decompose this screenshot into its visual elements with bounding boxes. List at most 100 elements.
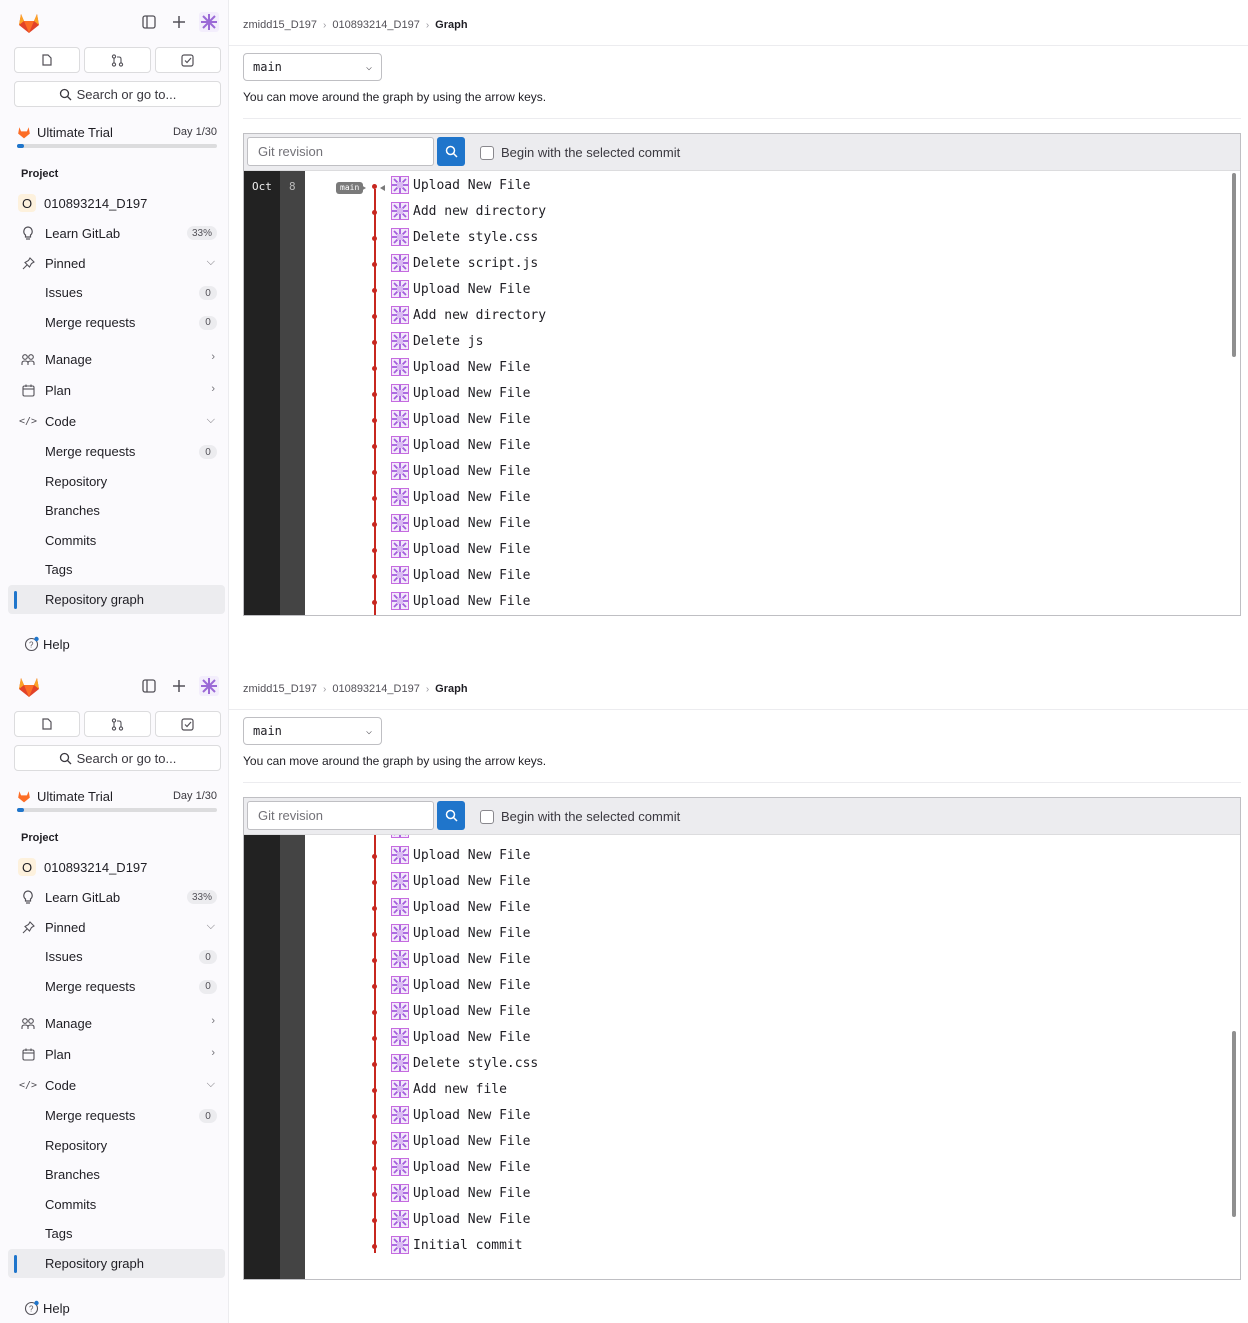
commit-row[interactable]: Upload New File — [244, 172, 844, 198]
commit-row[interactable]: Initial commit — [244, 1232, 844, 1258]
commit-row[interactable]: Upload New File — [244, 458, 844, 484]
plus-icon[interactable] — [169, 12, 189, 32]
commit-message[interactable]: Add new file — [413, 1082, 507, 1097]
commit-dot[interactable] — [372, 366, 377, 371]
commit-message[interactable]: Upload New File — [413, 594, 530, 609]
commit-message[interactable]: Upload New File — [413, 874, 530, 889]
sidebar-item-commits[interactable]: Commits — [8, 526, 225, 556]
commit-row[interactable]: Upload New File — [244, 536, 844, 562]
git-revision-input[interactable]: Git revision — [247, 137, 434, 166]
avatar-icon[interactable] — [199, 12, 219, 32]
commit-row[interactable]: Delete style.css — [244, 1050, 844, 1076]
sidebar-item-commits[interactable]: Commits — [8, 1190, 225, 1220]
git-revision-input[interactable]: Git revision — [247, 801, 434, 830]
commit-row[interactable]: Upload New File — [244, 1128, 844, 1154]
merge-requests-quick-button[interactable] — [84, 47, 151, 73]
sidebar-item-learn-gitlab[interactable]: Learn GitLab 33% — [8, 218, 225, 248]
commit-row[interactable]: Upload New File — [244, 406, 844, 432]
trial-widget[interactable]: Ultimate Trial Day 1/30 — [17, 122, 217, 148]
todo-quick-button[interactable] — [154, 711, 221, 737]
commit-row[interactable]: Upload New File — [244, 1024, 844, 1050]
sidebar-item-plan[interactable]: Plan › — [8, 375, 225, 406]
commit-dot[interactable] — [372, 932, 377, 937]
commit-message[interactable]: Upload New File — [413, 412, 530, 427]
sidebar-item-repository-graph[interactable]: Repository graph — [8, 1248, 225, 1278]
sidebar-item-issues[interactable]: Issues 0 — [8, 942, 225, 972]
commit-dot[interactable] — [372, 418, 377, 423]
sidebar-item-tags[interactable]: Tags — [8, 1219, 225, 1249]
commit-message[interactable]: Upload New File — [413, 848, 530, 863]
sidebar-item-code[interactable]: </> Code ⌵ — [8, 1070, 225, 1101]
commit-message[interactable]: Upload New File — [413, 1108, 530, 1123]
commit-row[interactable]: Upload New File — [244, 842, 844, 868]
sidebar-item-pinned-merge-requests[interactable]: Merge requests 0 — [8, 972, 225, 1002]
begin-with-selected-checkbox[interactable]: Begin with the selected commit — [480, 809, 680, 824]
breadcrumb-project[interactable]: 010893214_D197 — [332, 683, 419, 695]
commit-dot[interactable] — [372, 1244, 377, 1249]
commit-dot[interactable] — [372, 1114, 377, 1119]
commit-dot[interactable] — [372, 1062, 377, 1067]
graph-scrollbar[interactable] — [1232, 1031, 1236, 1217]
commit-row[interactable]: Upload New File — [244, 894, 844, 920]
sidebar-item-issues[interactable]: Issues 0 — [8, 278, 225, 308]
commit-dot[interactable] — [372, 880, 377, 885]
commit-message[interactable]: Upload New File — [413, 1004, 530, 1019]
sidebar-item-merge-requests[interactable]: Merge requests 0 — [8, 1101, 225, 1131]
issues-quick-button[interactable] — [14, 711, 81, 737]
commit-row[interactable]: Delete js — [244, 328, 844, 354]
sidebar-item-repository-graph[interactable]: Repository graph — [8, 584, 225, 614]
checkbox[interactable] — [480, 809, 494, 824]
commit-dot[interactable] — [372, 984, 377, 989]
commit-dot[interactable] — [372, 1140, 377, 1145]
sidebar-item-repository[interactable]: Repository — [8, 467, 225, 497]
search-button[interactable]: Search or go to... — [14, 81, 221, 107]
commit-message[interactable]: Upload New File — [413, 900, 530, 915]
commit-dot[interactable] — [372, 1010, 377, 1015]
commit-dot[interactable] — [372, 340, 377, 345]
commit-row[interactable]: Upload New File — [244, 1102, 844, 1128]
checkbox[interactable] — [480, 145, 494, 160]
commit-row[interactable]: Upload New File — [244, 1180, 844, 1206]
commit-dot[interactable] — [372, 210, 377, 215]
sidebar-item-plan[interactable]: Plan › — [8, 1039, 225, 1070]
help-button[interactable]: ? Help — [24, 636, 70, 652]
graph-canvas[interactable]: Upload New File Upload New File Upload New… — [244, 835, 1240, 1279]
breadcrumb-group[interactable]: zmidd15_D197 — [243, 19, 317, 31]
commit-message[interactable]: Delete style.css — [413, 1056, 538, 1071]
commit-dot[interactable] — [372, 1218, 377, 1223]
commit-row[interactable]: Delete style.css — [244, 224, 844, 250]
commit-row[interactable]: Add new directory — [244, 198, 844, 224]
commit-message[interactable]: Delete style.css — [413, 230, 538, 245]
commit-dot[interactable] — [372, 1088, 377, 1093]
commit-message[interactable]: Upload New File — [413, 926, 530, 941]
commit-row[interactable]: Upload New File — [244, 588, 844, 614]
search-button[interactable]: Search or go to... — [14, 745, 221, 771]
commit-message[interactable]: Upload New File — [413, 1134, 530, 1149]
commit-row[interactable]: Upload New File — [244, 276, 844, 302]
sidebar-item-pinned-merge-requests[interactable]: Merge requests 0 — [8, 308, 225, 338]
sidebar-item-branches[interactable]: Branches — [8, 496, 225, 526]
sidebar-item-learn-gitlab[interactable]: Learn GitLab 33% — [8, 882, 225, 912]
sidebar-item-repository[interactable]: Repository — [8, 1131, 225, 1161]
commit-row[interactable]: Add new file — [244, 1076, 844, 1102]
commit-dot[interactable] — [372, 1166, 377, 1171]
commit-dot[interactable] — [372, 444, 377, 449]
commit-dot[interactable] — [372, 262, 377, 267]
commit-dot[interactable] — [372, 854, 377, 859]
plus-icon[interactable] — [169, 676, 189, 696]
commit-row[interactable]: Upload New File — [244, 432, 844, 458]
revision-search-button[interactable] — [437, 801, 465, 830]
commit-message[interactable]: Upload New File — [413, 542, 530, 557]
commit-message[interactable]: Upload New File — [413, 282, 530, 297]
commit-message[interactable]: Upload New File — [413, 1212, 530, 1227]
commit-message[interactable]: Delete js — [413, 334, 483, 349]
issues-quick-button[interactable] — [14, 47, 81, 73]
branch-select[interactable]: main ⌵ — [243, 717, 382, 745]
commit-row[interactable]: Upload New File — [244, 354, 844, 380]
revision-search-button[interactable] — [437, 137, 465, 166]
commit-row[interactable]: Add new directory — [244, 302, 844, 328]
merge-requests-quick-button[interactable] — [84, 711, 151, 737]
commit-dot[interactable] — [372, 1192, 377, 1197]
commit-message[interactable]: Upload New File — [413, 386, 530, 401]
commit-message[interactable]: Upload New File — [413, 360, 530, 375]
